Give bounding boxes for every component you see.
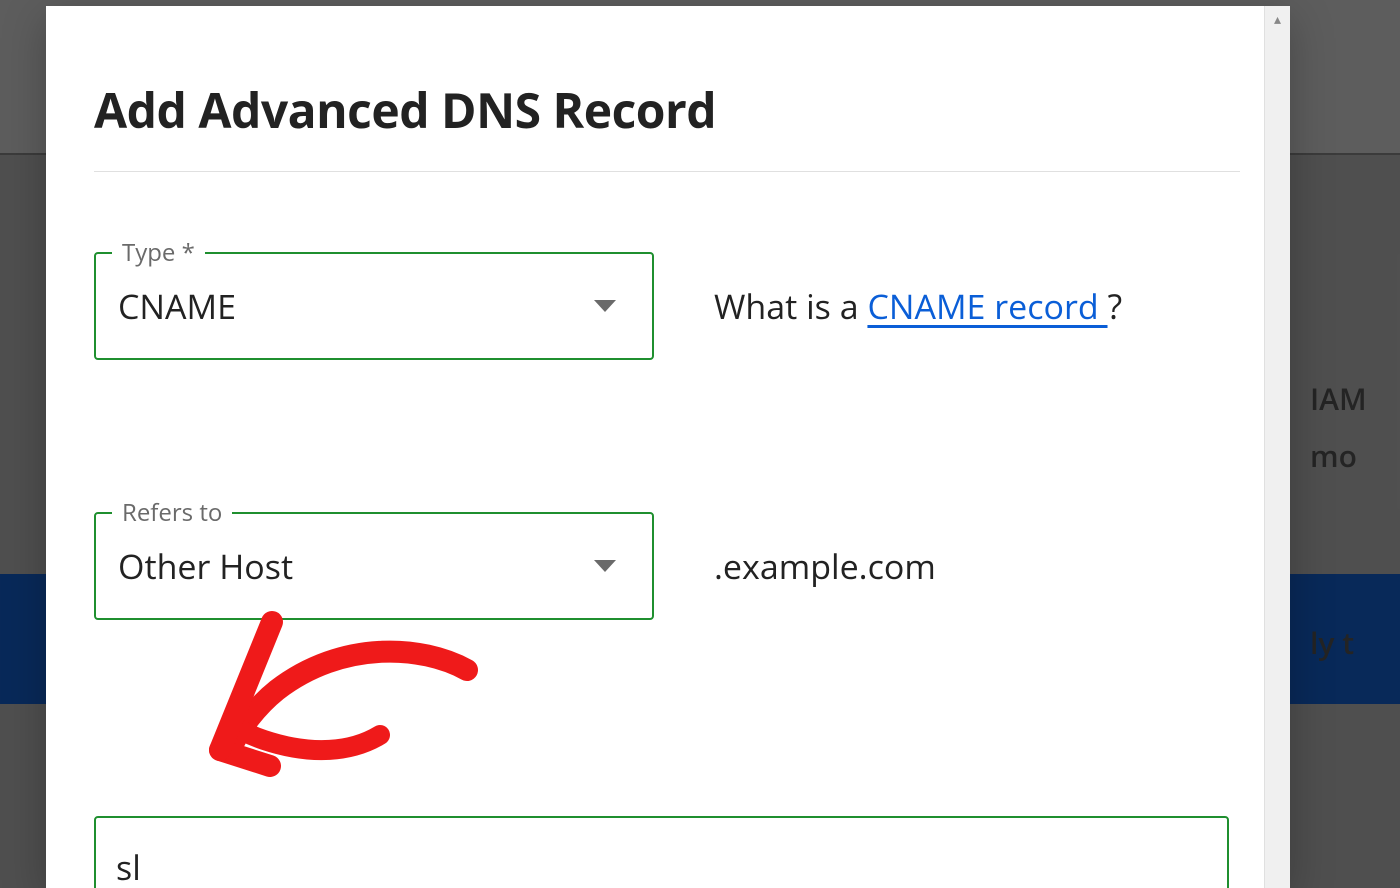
scroll-up-button[interactable]: ▴ bbox=[1265, 6, 1290, 32]
modal-scrollbar[interactable]: ▴ bbox=[1264, 6, 1290, 888]
modal-title: Add Advanced DNS Record bbox=[94, 6, 1230, 143]
title-divider bbox=[94, 171, 1240, 172]
refers-label: Refers to bbox=[112, 496, 232, 529]
host-input[interactable] bbox=[94, 816, 1229, 888]
domain-suffix: .example.com bbox=[714, 543, 936, 589]
chevron-down-icon bbox=[594, 300, 616, 312]
type-select-wrap: Type * CNAME bbox=[94, 252, 654, 360]
type-label: Type * bbox=[112, 236, 205, 269]
refers-select-value: Other Host bbox=[118, 543, 293, 589]
scroll-track[interactable] bbox=[1268, 32, 1287, 888]
type-select-value: CNAME bbox=[118, 283, 236, 329]
host-input-wrap bbox=[94, 816, 1230, 888]
add-dns-record-modal: ▴ Add Advanced DNS Record Type * CNAME W… bbox=[46, 6, 1290, 888]
type-row: Type * CNAME What is a CNAME record ? bbox=[94, 252, 1230, 360]
help-suffix: ? bbox=[1108, 283, 1123, 329]
chevron-down-icon bbox=[594, 560, 616, 572]
refers-row: Refers to Other Host .example.com bbox=[94, 512, 1230, 620]
red-arrow-annotation bbox=[202, 600, 482, 780]
help-text: What is a CNAME record ? bbox=[714, 283, 1122, 329]
cname-record-help-link[interactable]: CNAME record bbox=[867, 283, 1107, 329]
help-prefix: What is a bbox=[714, 283, 867, 329]
refers-select-wrap: Refers to Other Host bbox=[94, 512, 654, 620]
